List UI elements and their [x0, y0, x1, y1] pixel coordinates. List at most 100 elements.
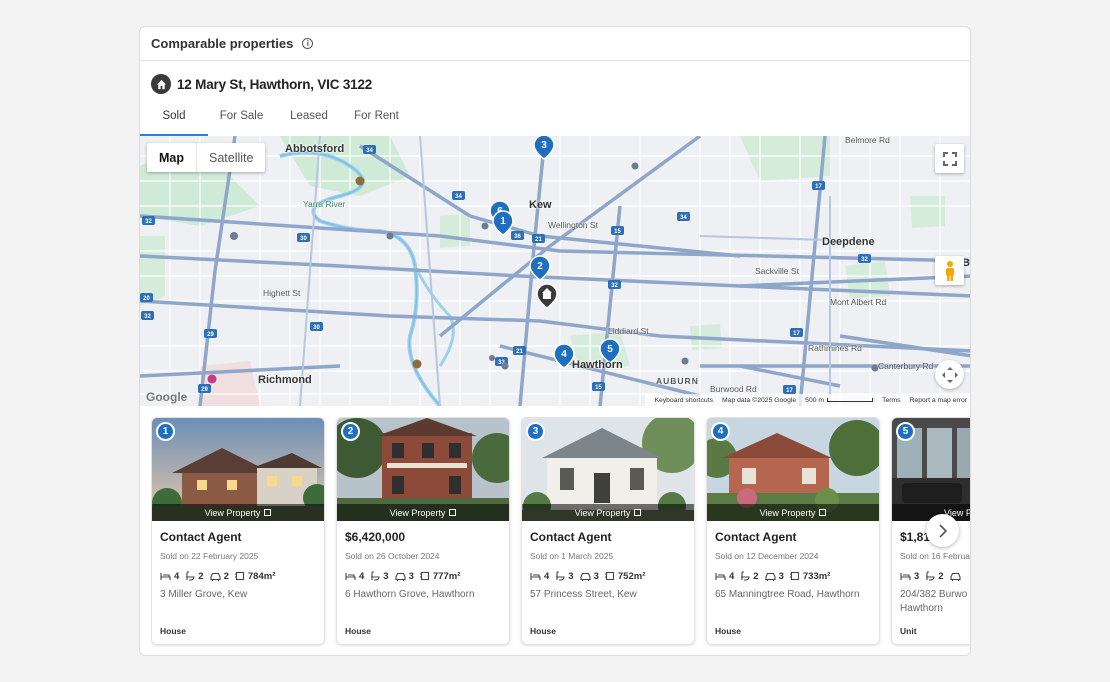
- tab-leased[interactable]: Leased: [275, 107, 343, 136]
- carousel-next-button[interactable]: [926, 514, 959, 547]
- map-type-map[interactable]: Map: [147, 143, 197, 172]
- card-address: 57 Princess Street, Kew: [530, 589, 637, 600]
- map-label-hawthorn: Hawthorn: [572, 359, 623, 371]
- land-size-icon: [789, 571, 799, 581]
- card-address: 65 Manningtree Road, Hawthorn: [715, 589, 860, 600]
- tab-for-sale[interactable]: For Sale: [208, 107, 275, 136]
- card-number-badge: 1: [156, 422, 175, 441]
- property-photo: 5 View Pr: [892, 418, 970, 521]
- pan-arrows-icon: [941, 366, 958, 383]
- card-number-badge: 4: [711, 422, 730, 441]
- property-photo: 1 View Property: [152, 418, 324, 521]
- info-icon[interactable]: i: [302, 38, 314, 49]
- car-count: 3: [593, 570, 599, 582]
- property-card[interactable]: 2 View Property $6,420,000 Sold on 26 Oc…: [336, 417, 510, 645]
- bath-icon: [556, 571, 565, 581]
- svg-text:2: 2: [537, 261, 543, 272]
- card-property-type: House: [715, 626, 741, 636]
- subject-address: 12 Mary St, Hawthorn, VIC 3122: [177, 76, 373, 92]
- bed-count: 4: [544, 570, 550, 582]
- map-pan-control[interactable]: [935, 360, 964, 389]
- fullscreen-button[interactable]: [935, 144, 964, 173]
- card-property-type: House: [345, 626, 371, 636]
- property-photo: 2 View Property: [337, 418, 509, 521]
- bath-icon: [926, 571, 935, 581]
- car-icon: [210, 572, 221, 581]
- car-count: 3: [778, 570, 784, 582]
- card-sold-date: Sold on 26 October 2024: [345, 551, 440, 561]
- map-footer: Keyboard shortcuts Map data ©2025 Google…: [645, 394, 970, 406]
- land-size: 784m²: [247, 570, 276, 582]
- property-card[interactable]: 1 View Property Contact Agent Sold on 22…: [151, 417, 325, 645]
- map-scale-bar: [827, 398, 874, 402]
- route-shield: 36: [514, 234, 521, 240]
- card-sold-date: Sold on 1 March 2025: [530, 551, 614, 561]
- property-card[interactable]: 3 View Property Contact Agent Sold on 1 …: [521, 417, 695, 645]
- street-view-pegman[interactable]: [935, 256, 964, 285]
- card-features: 4 2 3 733m²: [715, 569, 871, 583]
- route-shield: 29: [201, 387, 208, 393]
- map-label-wellington-st: Wellington St: [548, 220, 598, 230]
- bath-count: 2: [198, 570, 204, 582]
- route-shield: 20: [143, 296, 150, 302]
- tab-sold[interactable]: Sold: [140, 107, 208, 136]
- map-label-canterbury-rd: Canterbury Rd: [878, 361, 934, 371]
- car-count: 2: [223, 570, 229, 582]
- panel-header: Comparable properties i: [140, 27, 970, 61]
- route-shield: 30: [313, 325, 320, 331]
- route-shield: 34: [366, 148, 373, 154]
- route-shield: 29: [207, 332, 214, 338]
- view-property-label: View Property: [389, 507, 446, 518]
- external-link-icon: [819, 509, 827, 516]
- view-property-label: View Property: [574, 507, 631, 518]
- chevron-right-icon: [938, 523, 947, 538]
- view-property-label: View Property: [204, 507, 261, 518]
- property-cards-carousel: 1 View Property Contact Agent Sold on 22…: [151, 417, 970, 647]
- map-label-richmond: Richmond: [258, 374, 312, 386]
- report-map-error-link[interactable]: Report a map error: [910, 397, 967, 404]
- card-sold-date: Sold on 22 February 2025: [160, 551, 259, 561]
- card-address: 204/382 Burwo Hawthorn: [900, 589, 968, 614]
- map-label-rathmines-rd: Rathmines Rd: [808, 343, 862, 353]
- card-property-type: Unit: [900, 626, 917, 636]
- external-link-icon: [264, 509, 272, 516]
- map-view[interactable]: 34 34 32 30 30 36 21 21 15 15 17 17 17 3…: [140, 136, 970, 406]
- card-number-badge: 3: [526, 422, 545, 441]
- bath-count: 3: [568, 570, 574, 582]
- route-shield: 34: [680, 215, 687, 221]
- map-label-burwood-rd: Burwood Rd: [710, 384, 757, 394]
- view-property-link[interactable]: View Property: [707, 504, 879, 521]
- keyboard-shortcuts-link[interactable]: Keyboard shortcuts: [654, 397, 713, 404]
- bath-icon: [741, 571, 750, 581]
- bed-icon: [530, 572, 541, 580]
- svg-text:4: 4: [561, 349, 567, 360]
- google-logo: Google: [146, 390, 188, 404]
- card-number-badge: 2: [341, 422, 360, 441]
- map-label-liddiard-st: Liddiard St: [608, 326, 649, 336]
- route-shield: 15: [614, 229, 621, 235]
- card-features: 4 2 2 784m²: [160, 569, 316, 583]
- bed-count: 4: [174, 570, 180, 582]
- view-property-link[interactable]: View Property: [522, 504, 694, 521]
- route-shield: 32: [144, 314, 151, 320]
- card-price: Contact Agent: [715, 530, 797, 544]
- map-label-abbotsford: Abbotsford: [285, 143, 345, 155]
- map-label-sackville-st: Sackville St: [755, 266, 799, 276]
- view-property-link[interactable]: View Property: [337, 504, 509, 521]
- bath-count: 2: [938, 570, 944, 582]
- route-shield: 21: [516, 349, 523, 355]
- bath-count: 3: [383, 570, 389, 582]
- view-property-link[interactable]: View Property: [152, 504, 324, 521]
- card-sold-date: Sold on 16 Februa: [900, 551, 970, 561]
- tab-for-rent[interactable]: For Rent: [343, 107, 410, 136]
- terms-link[interactable]: Terms: [882, 397, 901, 404]
- external-link-icon: [449, 509, 457, 516]
- route-shield: 17: [815, 184, 822, 190]
- view-property-label: View Property: [759, 507, 816, 518]
- bed-icon: [715, 572, 726, 580]
- land-size-icon: [419, 571, 429, 581]
- land-size: 733m²: [802, 570, 831, 582]
- map-type-satellite[interactable]: Satellite: [197, 143, 265, 172]
- property-card[interactable]: 4 View Property Contact Agent Sold on 12…: [706, 417, 880, 645]
- map-label-kew: Kew: [529, 199, 552, 211]
